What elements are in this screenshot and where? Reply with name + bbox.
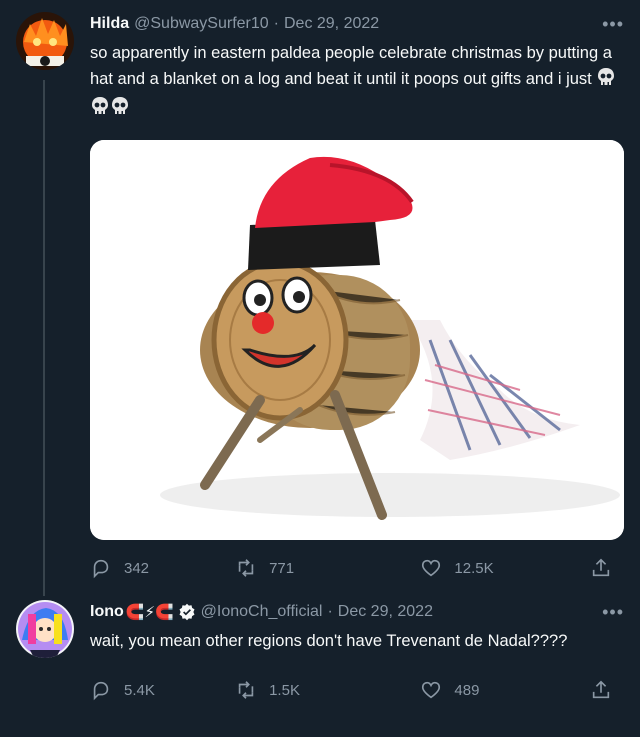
share-button[interactable] <box>590 679 624 701</box>
timestamp[interactable]: Dec 29, 2022 <box>284 15 379 33</box>
reply-button[interactable]: 342 <box>90 557 235 579</box>
reply-count: 5.4K <box>124 681 155 699</box>
reply-count: 342 <box>124 559 150 577</box>
retweet-icon <box>238 559 254 577</box>
like-count: 489 <box>454 681 480 699</box>
tweet-header: Iono 🧲⚡🧲 @IonoCh_official · Dec 29, 2022… <box>90 600 624 624</box>
like-button[interactable]: 12.5K <box>420 557 590 579</box>
name-emoji: 🧲⚡🧲 <box>125 604 174 621</box>
avatar[interactable] <box>16 600 74 658</box>
more-icon[interactable]: ••• <box>602 602 624 623</box>
reply-icon <box>93 559 109 579</box>
like-button[interactable]: 489 <box>420 679 590 701</box>
timestamp[interactable]: Dec 29, 2022 <box>338 603 433 621</box>
like-icon <box>422 559 441 577</box>
retweet-count: 1.5K <box>269 681 300 699</box>
reply-button[interactable]: 5.4K <box>90 679 235 701</box>
tweet-header: Hilda @SubwaySurfer10 · Dec 29, 2022 ••• <box>90 12 624 36</box>
display-name[interactable]: Hilda <box>90 15 129 33</box>
retweet-icon <box>238 681 254 699</box>
retweet-button[interactable]: 771 <box>235 557 420 579</box>
tweet-actions: 5.4K 1.5K 489 <box>90 662 624 718</box>
more-icon[interactable]: ••• <box>602 14 624 35</box>
retweet-button[interactable]: 1.5K <box>235 679 420 701</box>
verified-badge-icon <box>178 603 196 621</box>
avatar[interactable] <box>16 12 74 70</box>
tweet-text: so apparently in eastern paldea people c… <box>90 40 624 124</box>
tweet-image[interactable] <box>90 140 624 540</box>
tweet-text-body: so apparently in eastern paldea people c… <box>90 44 612 88</box>
share-icon <box>592 558 610 577</box>
skull-icon <box>90 96 110 124</box>
tweet[interactable]: Hilda @SubwaySurfer10 · Dec 29, 2022 •••… <box>0 0 640 596</box>
like-icon <box>422 681 441 699</box>
share-button[interactable] <box>590 557 624 579</box>
tweet-reply[interactable]: Iono 🧲⚡🧲 @IonoCh_official · Dec 29, 2022… <box>0 588 640 737</box>
skull-icon <box>110 96 130 124</box>
reply-icon <box>93 681 109 701</box>
tweet-text: wait, you mean other regions don't have … <box>90 632 568 650</box>
thread-line <box>43 80 45 596</box>
separator-dot: · <box>327 603 333 620</box>
like-count: 12.5K <box>454 559 494 577</box>
display-name[interactable]: Iono <box>90 603 124 621</box>
separator-dot: · <box>273 15 279 32</box>
share-icon <box>592 680 610 699</box>
skull-icon <box>596 67 616 95</box>
retweet-count: 771 <box>269 559 295 577</box>
handle[interactable]: @SubwaySurfer10 <box>134 15 269 33</box>
handle[interactable]: @IonoCh_official <box>201 603 323 621</box>
